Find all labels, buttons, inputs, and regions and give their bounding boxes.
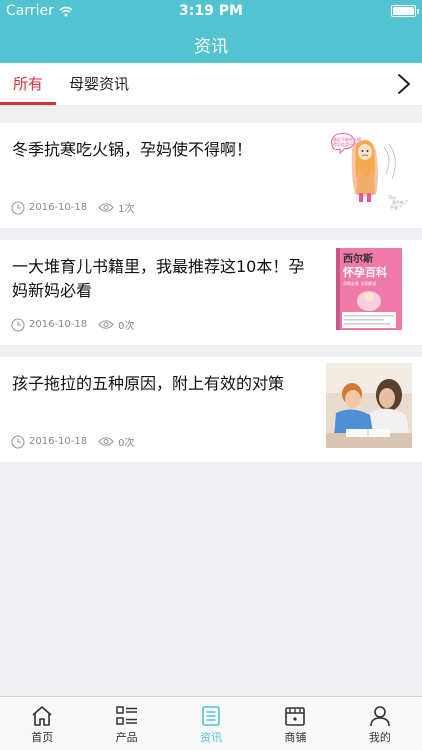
article-thumbnail[interactable]: 最近不能吃火锅 得忍住我不要吃 可以 我不吃了 不说了 <box>326 129 412 214</box>
article-meta: 2016-10-18 0次 <box>11 434 135 449</box>
status-time: 3:19 PM <box>179 3 243 19</box>
article-meta: 2016-10-18 1次 <box>11 200 135 215</box>
caption-3: 不说了 <box>390 204 402 210</box>
clock-icon <box>11 317 25 332</box>
article-date: 2016-10-18 <box>29 436 88 447</box>
nav-home[interactable]: 首页 <box>0 697 84 750</box>
article-card[interactable]: 孩子拖拉的五种原因，附上有效的对策 2016-10-18 0次 <box>0 357 422 462</box>
article-views: 0次 <box>118 321 135 332</box>
list-icon <box>115 706 137 725</box>
chevron-right-icon[interactable] <box>392 71 416 97</box>
article-title[interactable]: 冬季抗寒吃火锅，孕妈使不得啊！ <box>12 138 310 162</box>
article-title[interactable]: 一大堆育儿书籍里，我最推荐这10本！孕妈新妈必看 <box>12 255 310 303</box>
nav-products[interactable]: 产品 <box>84 697 168 750</box>
book-title: 怀孕百科 <box>343 265 387 279</box>
nav-label: 资讯 <box>200 731 223 744</box>
clock-icon <box>11 200 25 215</box>
status-bar: Carrier 3:19 PM <box>0 0 422 22</box>
article-views: 1次 <box>118 204 135 215</box>
nav-shop[interactable]: 商铺 <box>253 697 337 750</box>
nav-label: 产品 <box>115 731 138 744</box>
app-header: Carrier 3:19 PM 资讯 <box>0 0 422 63</box>
article-views: 0次 <box>118 438 135 449</box>
article-thumbnail[interactable]: 西尔斯 怀孕百科 孕期必备 全面解读 <box>326 246 412 331</box>
page-title: 资讯 <box>194 37 228 57</box>
user-icon <box>370 706 390 727</box>
eye-icon <box>98 320 114 329</box>
battery-icon <box>391 5 419 17</box>
pregnant-woman-illustration: 最近不能吃火锅 得忍住我不要吃 可以 我不吃了 不说了 <box>326 129 412 214</box>
tab-all[interactable]: 所有 <box>0 63 56 105</box>
article-card[interactable]: 一大堆育儿书籍里，我最推荐这10本！孕妈新妈必看 2016-10-18 0次 西… <box>0 240 422 345</box>
article-title[interactable]: 孩子拖拉的五种原因，附上有效的对策 <box>12 372 310 396</box>
home-icon <box>32 706 52 726</box>
eye-icon <box>98 437 114 446</box>
bottom-navigation: 首页 产品 资讯 商铺 我的 <box>0 696 422 750</box>
tab-baby-news[interactable]: 母婴资讯 <box>69 63 129 105</box>
article-thumbnail[interactable] <box>326 363 412 448</box>
eye-icon <box>98 203 114 212</box>
child-studying-photo <box>326 363 412 448</box>
nav-label: 商铺 <box>284 731 307 744</box>
nav-profile[interactable]: 我的 <box>338 697 422 750</box>
shop-icon <box>285 707 306 726</box>
book-brand: 西尔斯 <box>343 252 373 265</box>
article-card[interactable]: 冬季抗寒吃火锅，孕妈使不得啊！ 2016-10-18 1次 最近不能吃火锅 得忍… <box>0 123 422 228</box>
article-meta: 2016-10-18 0次 <box>11 317 135 332</box>
book-subtitle: 孕期必备 全面解读 <box>343 280 376 286</box>
nav-label: 首页 <box>31 731 54 744</box>
category-tabs: 所有 母婴资讯 <box>0 63 422 105</box>
article-date: 2016-10-18 <box>29 202 88 213</box>
article-date: 2016-10-18 <box>29 319 88 330</box>
news-icon <box>202 706 220 726</box>
book-cover-image: 西尔斯 怀孕百科 孕期必备 全面解读 <box>326 246 412 331</box>
nav-news[interactable]: 资讯 <box>169 697 253 750</box>
nav-label: 我的 <box>368 731 391 744</box>
clock-icon <box>11 434 25 449</box>
